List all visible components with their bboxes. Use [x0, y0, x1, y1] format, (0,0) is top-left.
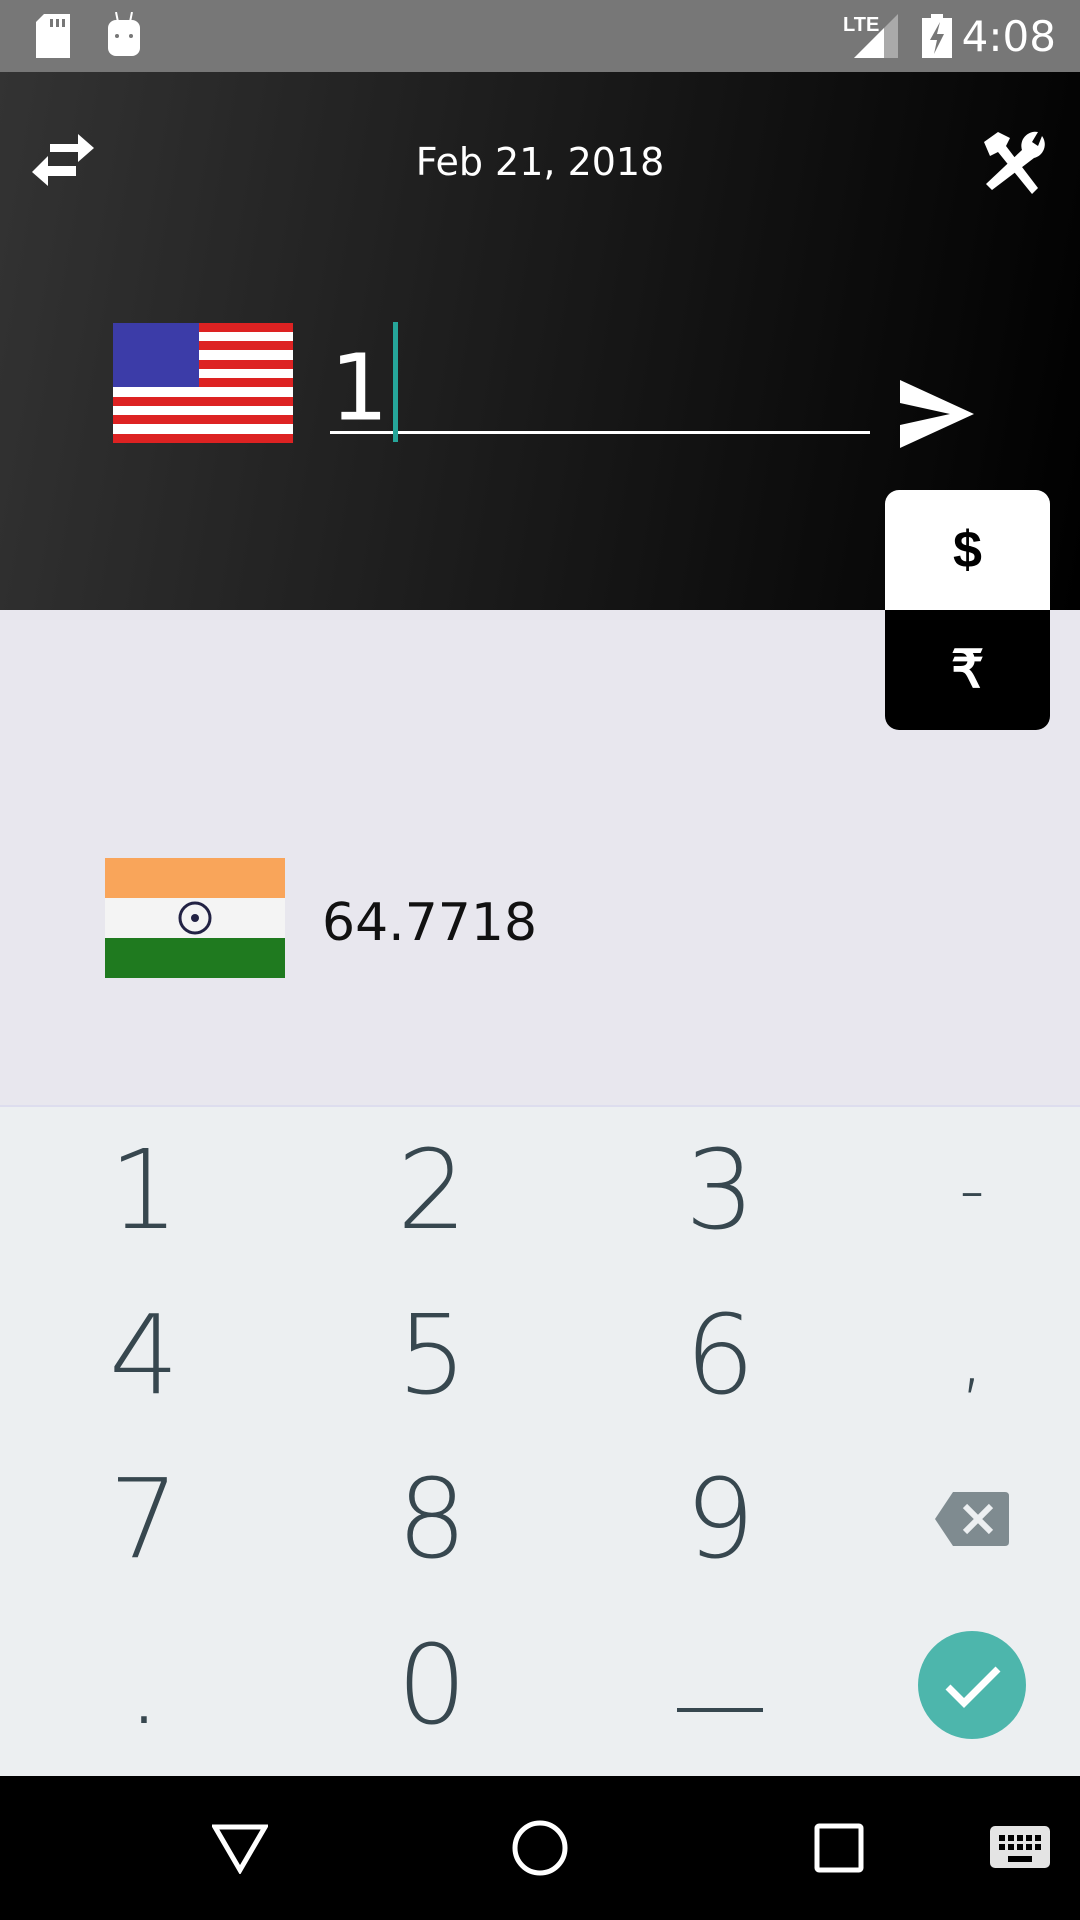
- currency-symbol-toggle[interactable]: $ ₹: [885, 490, 1050, 730]
- rate-date[interactable]: Feb 21, 2018: [0, 140, 1080, 184]
- status-bar: LTE 4:08: [0, 0, 1080, 72]
- back-icon[interactable]: [212, 1824, 268, 1874]
- numeric-keypad: 1 2 3 - 4 5 6 , 7 8 9 . 0: [0, 1105, 1080, 1776]
- checkmark-icon: [918, 1631, 1026, 1739]
- text-cursor: [392, 322, 398, 442]
- key-1[interactable]: 1: [64, 1120, 224, 1260]
- home-icon[interactable]: [512, 1820, 568, 1876]
- keyboard-icon[interactable]: [990, 1826, 1050, 1868]
- convert-send-icon[interactable]: [900, 380, 974, 448]
- done-key[interactable]: [892, 1615, 1052, 1755]
- us-flag-icon[interactable]: [113, 323, 293, 443]
- key-dot[interactable]: .: [64, 1615, 224, 1755]
- backspace-key[interactable]: [892, 1449, 1052, 1589]
- navigation-bar: [0, 1776, 1080, 1920]
- key-3[interactable]: 3: [640, 1120, 800, 1260]
- india-flag-icon[interactable]: [105, 858, 285, 978]
- settings-tools-icon[interactable]: [976, 128, 1052, 196]
- key-2[interactable]: 2: [352, 1120, 512, 1260]
- key-7[interactable]: 7: [64, 1449, 224, 1589]
- key-0[interactable]: 0: [352, 1615, 512, 1755]
- battery-charging-icon: [922, 14, 952, 58]
- converted-value: 64.7718: [322, 893, 538, 953]
- from-symbol-button[interactable]: $: [885, 490, 1050, 610]
- key-4[interactable]: 4: [64, 1285, 224, 1425]
- backspace-icon: [935, 1492, 1009, 1546]
- android-icon: [108, 12, 140, 56]
- space-bar-glyph: [677, 1708, 763, 1712]
- key-minus[interactable]: -: [892, 1120, 1052, 1260]
- key-8[interactable]: 8: [352, 1449, 512, 1589]
- signal-icon: [854, 14, 898, 58]
- key-5[interactable]: 5: [352, 1285, 512, 1425]
- clock: 4:08: [961, 12, 1056, 61]
- recents-icon[interactable]: [814, 1823, 864, 1873]
- amount-input[interactable]: 1: [330, 322, 870, 442]
- sd-card-icon: [36, 14, 70, 58]
- key-space[interactable]: [640, 1615, 800, 1755]
- key-comma[interactable]: ,: [892, 1285, 1052, 1425]
- key-6[interactable]: 6: [640, 1285, 800, 1425]
- to-symbol-button[interactable]: ₹: [885, 610, 1050, 730]
- amount-value: 1: [330, 334, 389, 442]
- key-9[interactable]: 9: [640, 1449, 800, 1589]
